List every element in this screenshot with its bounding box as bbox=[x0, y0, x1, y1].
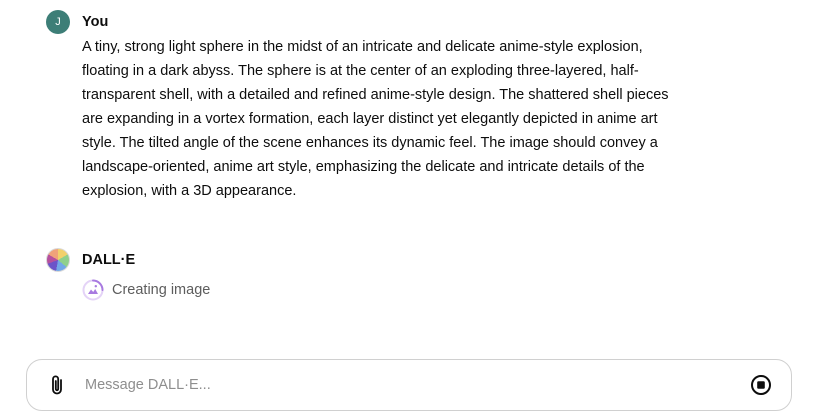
user-message-header: J You bbox=[46, 10, 809, 34]
status-label: Creating image bbox=[112, 282, 211, 298]
stop-icon bbox=[751, 375, 771, 395]
user-avatar: J bbox=[46, 10, 70, 34]
user-message: J You A tiny, strong light sphere in the… bbox=[46, 10, 809, 203]
image-generation-status: Creating image bbox=[82, 278, 809, 302]
user-message-text: A tiny, strong light sphere in the midst… bbox=[82, 39, 669, 199]
message-composer bbox=[26, 359, 792, 411]
user-avatar-initial: J bbox=[55, 16, 61, 28]
assistant-author-name: DALL·E bbox=[82, 252, 136, 268]
user-author-name: You bbox=[82, 14, 109, 30]
stop-generating-button[interactable] bbox=[749, 373, 773, 397]
assistant-message: DALL·E Creating image bbox=[46, 248, 809, 302]
image-generating-icon bbox=[82, 279, 104, 301]
dalle-avatar bbox=[46, 248, 70, 272]
message-input[interactable] bbox=[83, 376, 749, 394]
assistant-message-header: DALL·E bbox=[46, 248, 809, 272]
paperclip-icon[interactable] bbox=[47, 373, 67, 397]
